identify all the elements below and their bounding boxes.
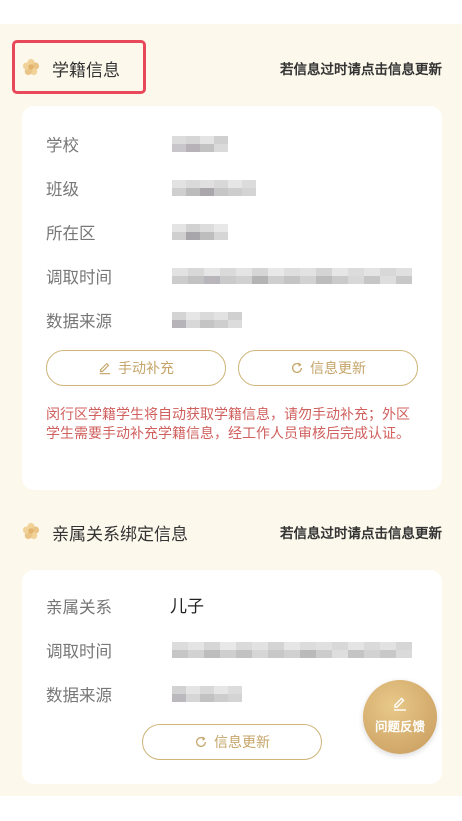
row-class: 班级 [46, 174, 426, 202]
row-label: 所在区 [46, 224, 96, 243]
row-district: 所在区 [46, 218, 426, 246]
relation-info-title: 亲属关系绑定信息 [52, 525, 188, 545]
info-update-button[interactable]: 信息更新 [238, 350, 418, 386]
relation-update-label: 信息更新 [214, 735, 270, 751]
redacted-value [172, 312, 242, 328]
student-info-hint: 若信息过时请点击信息更新 [280, 62, 442, 78]
redacted-value [172, 268, 412, 284]
row-label: 调取时间 [46, 642, 112, 661]
row-relationship: 亲属关系 儿子 [46, 592, 426, 620]
row-school: 学校 [46, 130, 426, 158]
row-label: 数据来源 [46, 312, 112, 331]
redacted-value [172, 642, 412, 658]
redacted-value [172, 136, 228, 152]
pencil-icon [99, 362, 111, 375]
redacted-value [172, 180, 256, 196]
redacted-value [172, 686, 242, 702]
relation-info-hint: 若信息过时请点击信息更新 [280, 526, 442, 542]
relationship-value: 儿子 [170, 597, 204, 617]
flower-icon [22, 522, 40, 540]
row-label: 班级 [46, 180, 79, 199]
feedback-label: 问题反馈 [374, 719, 425, 734]
redacted-value [172, 224, 228, 240]
info-update-label: 信息更新 [310, 361, 366, 377]
relation-info-card: 亲属关系 儿子 调取时间 数据来源 信息更新 [22, 570, 442, 784]
pencil-icon [394, 697, 406, 711]
auto-fetch-notice: 闵行区学籍学生将自动获取学籍信息，请勿手动补充；外区学生需要手动补充学籍信息，经… [46, 407, 410, 442]
row-fetch-time: 调取时间 [46, 636, 426, 664]
student-info-card: 学校 班级 所在区 调取时间 数据来源 手动补充 信息更新 闵行区学籍学生将自动… [22, 106, 442, 490]
row-label: 调取时间 [46, 268, 112, 287]
refresh-icon [292, 362, 302, 373]
feedback-button[interactable]: 问题反馈 [363, 680, 437, 754]
row-label: 亲属关系 [46, 598, 112, 617]
row-fetch-time: 调取时间 [46, 262, 426, 290]
title-highlight-box [12, 40, 146, 94]
relation-info-header: 亲属关系绑定信息 若信息过时请点击信息更新 [0, 512, 462, 552]
relation-update-button[interactable]: 信息更新 [142, 724, 322, 760]
refresh-icon [196, 736, 206, 747]
manual-supplement-label: 手动补充 [118, 361, 174, 377]
manual-supplement-button[interactable]: 手动补充 [46, 350, 226, 386]
row-label: 数据来源 [46, 686, 112, 705]
row-data-source: 数据来源 [46, 306, 426, 334]
row-label: 学校 [46, 136, 79, 155]
